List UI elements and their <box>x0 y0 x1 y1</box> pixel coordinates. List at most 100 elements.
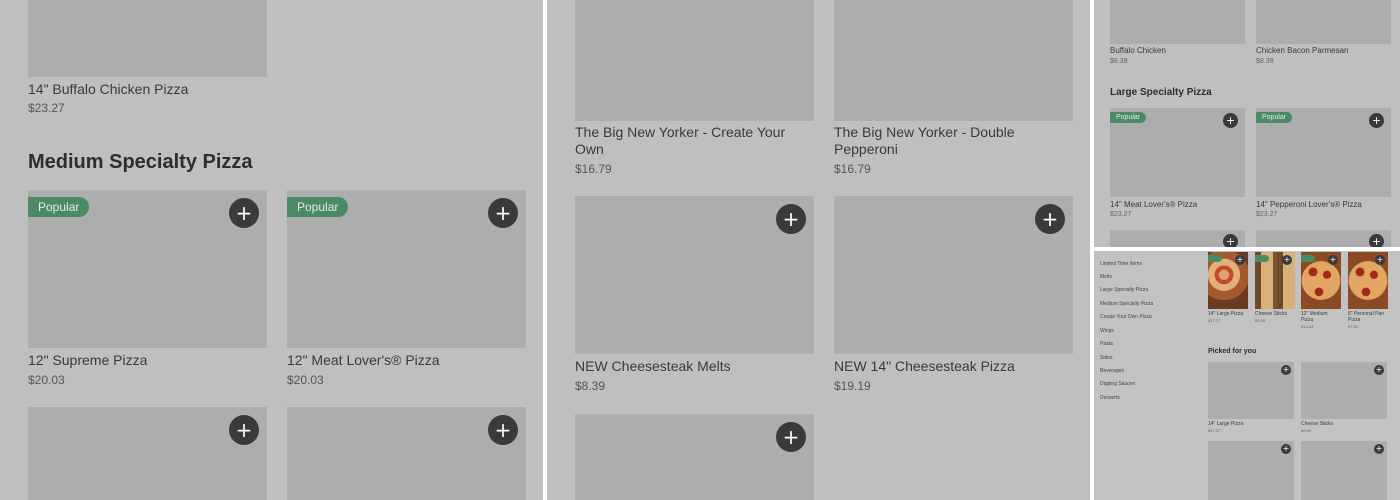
add-item-button[interactable]: + <box>1374 444 1384 454</box>
menu-item-name: Cheese Sticks <box>1255 311 1287 317</box>
nav-item-melts[interactable]: Melts <box>1100 274 1112 280</box>
menu-item-card[interactable]: The Big New Yorker - Double Pepperoni $1… <box>834 0 1073 180</box>
add-item-button[interactable]: + <box>1282 255 1292 265</box>
menu-item-card[interactable]: + NEW Cheesesteak Melts $8.39 <box>575 196 814 396</box>
section-title: Picked for you <box>1208 348 1257 355</box>
menu-item-image <box>28 0 267 77</box>
menu-item-card[interactable]: + 14" Large Pizza $17.27 <box>1208 362 1294 434</box>
badge <box>1255 255 1269 262</box>
menu-item-price: $17.27 <box>1208 318 1221 323</box>
menu-item-card[interactable]: + NEW 14" Cheesesteak Pizza $19.19 <box>834 196 1073 396</box>
nav-item-pasta[interactable]: Pasta <box>1100 341 1113 347</box>
add-item-button[interactable]: + <box>1328 255 1338 265</box>
nav-item-sides[interactable]: Sides <box>1100 355 1113 361</box>
add-item-button[interactable]: + <box>1235 255 1245 265</box>
nav-item-limited-time[interactable]: Limited Time Items <box>1100 261 1142 267</box>
nav-item-dipping-sauces[interactable]: Dipping Sauces <box>1100 381 1135 387</box>
add-item-button[interactable]: + <box>1223 234 1238 247</box>
add-item-button[interactable]: + <box>776 204 806 234</box>
menu-item-card[interactable]: + <box>1110 230 1245 247</box>
menu-item-image <box>575 0 814 121</box>
menu-item-name: 14" Buffalo Chicken Pizza <box>28 81 189 97</box>
menu-item-card[interactable]: + <box>1208 441 1294 500</box>
featured-item-card[interactable]: + 14" Large Pizza $17.27 <box>1208 252 1248 330</box>
menu-item-price: $8.39 <box>1110 58 1128 65</box>
badge <box>1301 255 1315 262</box>
menu-item-card[interactable]: Popular + 14" Pepperoni Lover's® Pizza $… <box>1256 108 1391 220</box>
section-title: Medium Specialty Pizza <box>28 151 253 173</box>
menu-panel-new-items: The Big New Yorker - Create Your Own $16… <box>547 0 1090 500</box>
menu-item-card[interactable]: + <box>287 407 526 500</box>
menu-item-card[interactable]: + <box>575 414 814 500</box>
nav-item-beverages[interactable]: Beverages <box>1100 368 1124 374</box>
nav-item-large-specialty[interactable]: Large Specialty Pizza <box>1100 287 1148 293</box>
add-item-button[interactable]: + <box>488 198 518 228</box>
add-item-button[interactable]: + <box>776 422 806 452</box>
nav-item-create-your-own[interactable]: Create Your Own Pizza <box>1100 314 1152 320</box>
menu-item-card[interactable]: Popular + 12" Meat Lover's® Pizza $20.03 <box>287 190 526 390</box>
popular-badge: Popular <box>287 197 349 217</box>
menu-item-price: $23.27 <box>28 101 65 115</box>
menu-item-card[interactable]: The Big New Yorker - Create Your Own $16… <box>575 0 814 180</box>
add-item-button[interactable]: + <box>1223 113 1238 128</box>
menu-item-card[interactable]: Buffalo Chicken $8.39 <box>1110 0 1245 68</box>
add-item-button[interactable]: + <box>1375 255 1385 265</box>
add-item-button[interactable]: + <box>1281 444 1291 454</box>
menu-item-name: 14" Pepperoni Lover's® Pizza <box>1256 200 1362 209</box>
menu-item-name: 6" Personal Pan Pizza <box>1348 311 1384 323</box>
menu-item-name: 14" Large Pizza <box>1208 311 1244 317</box>
menu-item-name: Cheese Sticks <box>1301 421 1333 427</box>
menu-item-price: $16.79 <box>834 162 871 176</box>
add-item-button[interactable]: + <box>1369 234 1384 247</box>
menu-item-image <box>1110 0 1245 44</box>
menu-item-name: Chicken Bacon Parmesan <box>1256 46 1349 55</box>
menu-item-name: 12" Supreme Pizza <box>28 352 148 368</box>
menu-item-image <box>834 0 1073 121</box>
menu-item-name: NEW 14" Cheesesteak Pizza <box>834 358 1015 374</box>
section-title: Large Specialty Pizza <box>1110 87 1212 98</box>
menu-item-price: $16.79 <box>575 162 612 176</box>
menu-item-price: $7.91 <box>1348 324 1359 329</box>
menu-item-card[interactable]: Chicken Bacon Parmesan $8.39 <box>1256 0 1391 68</box>
menu-item-price: $23.27 <box>1256 211 1278 218</box>
menu-item-card[interactable]: Popular + 14" Meat Lover's® Pizza $23.27 <box>1110 108 1245 220</box>
nav-item-desserts[interactable]: Desserts <box>1100 395 1120 401</box>
menu-item-price: $8.39 <box>1256 58 1274 65</box>
featured-item-card[interactable]: + 12" Medium Pizza $14.63 <box>1301 252 1341 330</box>
menu-item-card[interactable]: Popular + 12" Supreme Pizza $20.03 <box>28 190 267 390</box>
menu-item-name: 14" Meat Lover's® Pizza <box>1110 200 1198 209</box>
add-item-button[interactable]: + <box>229 415 259 445</box>
menu-item-price: $23.27 <box>1110 211 1132 218</box>
popular-badge: Popular <box>1110 112 1147 123</box>
menu-item-price: $14.63 <box>1301 324 1314 329</box>
menu-item-name: 14" Large Pizza <box>1208 421 1244 427</box>
menu-item-price: $17.27 <box>1208 428 1221 433</box>
menu-item-price: $9.59 <box>1301 428 1312 433</box>
add-item-button[interactable]: + <box>1281 365 1291 375</box>
nav-item-wings[interactable]: Wings <box>1100 328 1114 334</box>
menu-item-name: The Big New Yorker - Create Your Own <box>575 124 786 157</box>
add-item-button[interactable]: + <box>1369 113 1384 128</box>
menu-item-price: $19.19 <box>834 379 871 393</box>
menu-item-name: The Big New Yorker - Double Pepperoni <box>834 124 1015 157</box>
featured-item-card[interactable]: + Cheese Sticks $9.59 <box>1255 252 1295 330</box>
menu-panel-overview: Limited Time Items Melts Large Specialty… <box>1094 251 1400 500</box>
menu-item-price: $20.03 <box>28 373 65 387</box>
menu-item-card[interactable]: + <box>28 407 267 500</box>
menu-item-price: $20.03 <box>287 373 324 387</box>
menu-item-image <box>1256 0 1391 44</box>
menu-item-price: $9.59 <box>1255 318 1266 323</box>
menu-item-card[interactable]: + <box>1301 441 1387 500</box>
badge <box>1208 255 1222 262</box>
menu-item-card[interactable]: + Cheese Sticks $9.59 <box>1301 362 1387 434</box>
nav-item-medium-specialty[interactable]: Medium Specialty Pizza <box>1100 301 1153 307</box>
add-item-button[interactable]: + <box>1035 204 1065 234</box>
add-item-button[interactable]: + <box>488 415 518 445</box>
menu-panel-medium-specialty: 14" Buffalo Chicken Pizza $23.27 Medium … <box>0 0 543 500</box>
menu-item-name: NEW Cheesesteak Melts <box>575 358 731 374</box>
menu-item-card[interactable]: + <box>1256 230 1391 247</box>
add-item-button[interactable]: + <box>1374 365 1384 375</box>
menu-item-card[interactable]: 14" Buffalo Chicken Pizza $23.27 <box>28 0 267 120</box>
featured-item-card[interactable]: + 6" Personal Pan Pizza $7.91 <box>1348 252 1388 330</box>
add-item-button[interactable]: + <box>229 198 259 228</box>
